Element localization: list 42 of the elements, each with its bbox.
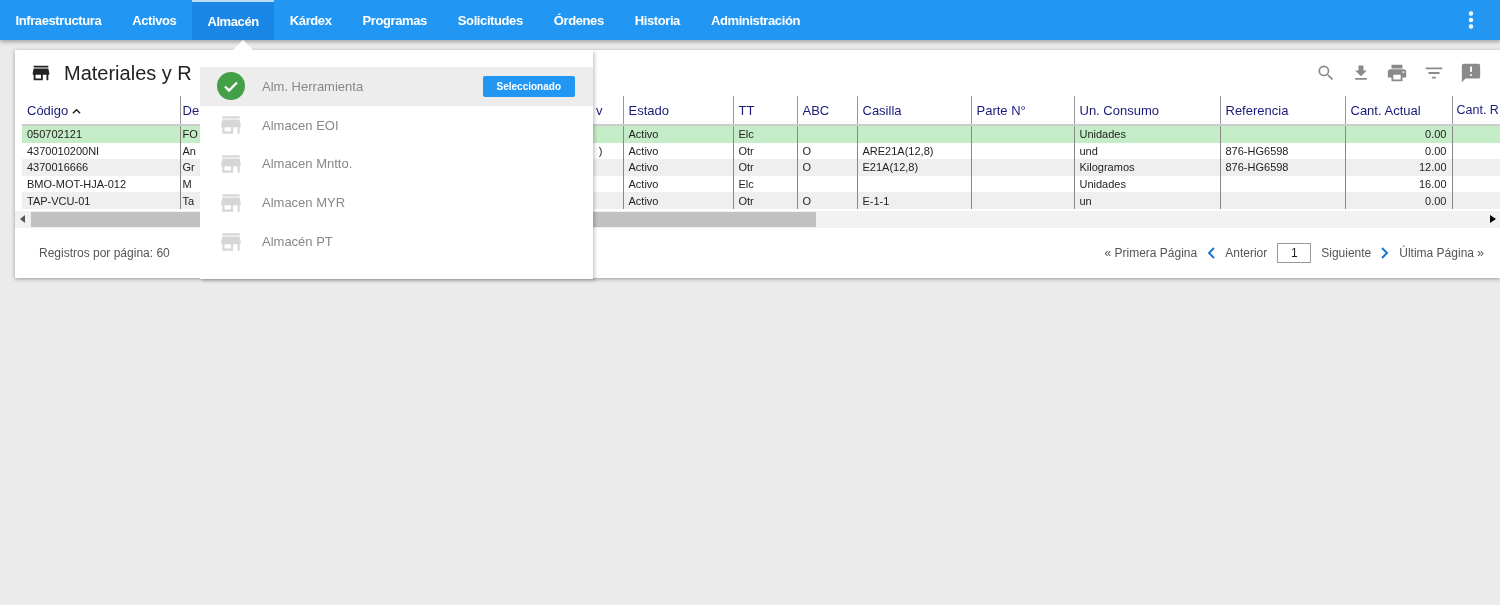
selected-badge: Seleccionado [482, 75, 575, 97]
search-icon[interactable] [1316, 63, 1336, 83]
warehouse-menu-item[interactable]: Almacén PT [200, 222, 593, 261]
table-cell: TAP-VCU-01 [22, 192, 180, 209]
table-cell: BMO-MOT-HJA-012 [22, 175, 180, 193]
table-cell: Activo [623, 192, 733, 209]
table-cell: E21A(12,8) [857, 159, 971, 176]
warehouse-name: Almacén PT [262, 234, 334, 250]
more-options-icon[interactable] [1468, 11, 1474, 29]
table-cell: 12.00 [1345, 159, 1452, 176]
table-cell: 876-HG6598 [1220, 159, 1345, 176]
table-cell: Activo [623, 159, 733, 176]
sort-ascending-icon [72, 108, 82, 114]
table-cell: un [1074, 192, 1220, 209]
previous-page-link[interactable]: Anterior [1225, 245, 1268, 260]
warehouse-name: Almacen MYR [262, 195, 347, 211]
warehouse-name: Almacen Mntto. [262, 156, 354, 172]
table-cell: Otr [733, 159, 797, 176]
next-page-link[interactable]: Siguiente [1321, 245, 1372, 260]
table-cell: O [797, 192, 857, 209]
last-page-link[interactable]: Última Página » [1399, 245, 1484, 260]
warehouse-name: Almacen EOI [262, 117, 340, 133]
check-circle-icon [217, 72, 245, 101]
nav-tab[interactable]: Almacén [191, 0, 275, 40]
table-cell: O [797, 159, 857, 176]
scroll-left-icon[interactable] [20, 215, 26, 224]
comment-icon[interactable] [1460, 62, 1482, 84]
table-cell: Otr [733, 192, 797, 209]
table-cell: 4370016666 [22, 159, 180, 176]
table-cell: 0.00 [1345, 192, 1452, 209]
table-cell: 4370010200NI [22, 142, 180, 160]
table-cell: Kilogramos [1074, 159, 1220, 176]
page-number-field[interactable]: 1 [1277, 242, 1312, 263]
first-page-link[interactable]: « Primera Página [1104, 245, 1198, 260]
chevron-left-icon[interactable] [1207, 246, 1216, 259]
scroll-right-icon[interactable] [1490, 215, 1496, 224]
table-cell: E-1-1 [857, 192, 971, 209]
panel-title: Materiales y R [64, 61, 192, 85]
print-icon[interactable] [1386, 62, 1408, 84]
chevron-right-icon[interactable] [1381, 246, 1390, 259]
warehouse-name: Alm. Herramienta [262, 78, 365, 94]
records-per-page-label: Registros por página: 60 [39, 245, 170, 260]
